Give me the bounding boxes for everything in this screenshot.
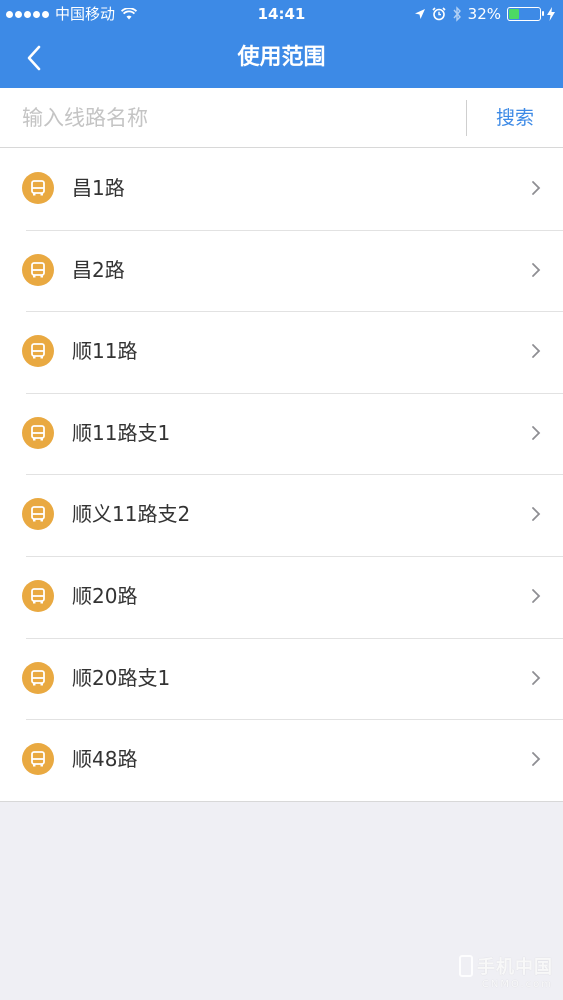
- battery-fill: [509, 9, 519, 19]
- route-name: 顺义11路支2: [72, 502, 191, 527]
- chevron-right-icon: [532, 752, 541, 767]
- back-button[interactable]: [16, 40, 52, 76]
- route-name: 顺48路: [72, 747, 138, 772]
- route-search-input[interactable]: [22, 96, 452, 140]
- route-list-item[interactable]: 顺11路支1: [0, 392, 563, 475]
- chevron-right-icon: [532, 670, 541, 685]
- watermark-sub: CNMO.com: [481, 979, 553, 990]
- charging-bolt-icon: [547, 7, 555, 21]
- route-list-item[interactable]: 昌2路: [0, 229, 563, 312]
- chevron-right-icon: [532, 262, 541, 277]
- status-right: 32%: [414, 0, 555, 28]
- bus-icon: [22, 172, 54, 204]
- bluetooth-icon: [453, 6, 461, 22]
- chevron-right-icon: [532, 181, 541, 195]
- bus-icon: [22, 416, 54, 449]
- header: 中国移动 14:41 32% 使用范围: [0, 0, 563, 88]
- bus-icon: [22, 661, 54, 694]
- chevron-left-icon: [27, 45, 41, 71]
- route-name: 顺11路支1: [72, 420, 171, 445]
- chevron-right-icon: [532, 344, 541, 359]
- bus-icon: [22, 579, 54, 612]
- search-bar: 搜索: [0, 88, 563, 148]
- battery-icon: [507, 7, 544, 21]
- nav-bar: 使用范围: [0, 28, 563, 88]
- bus-icon: [22, 335, 54, 368]
- route-name: 顺20路: [72, 583, 138, 608]
- route-list-item[interactable]: 顺20路支1: [0, 637, 563, 720]
- chevron-right-icon: [532, 425, 541, 440]
- route-list-item[interactable]: 顺20路: [0, 555, 563, 638]
- search-button[interactable]: 搜索: [467, 88, 563, 148]
- alarm-icon: [432, 7, 446, 21]
- route-list: 昌1路 昌2路 顺11路 顺11路支1 顺义11路支2 顺20路 顺20路支1 …: [0, 148, 563, 802]
- route-name: 顺20路支1: [72, 665, 171, 690]
- battery-percent: 32%: [467, 5, 501, 23]
- bus-icon: [22, 253, 54, 286]
- route-name: 昌2路: [72, 257, 125, 282]
- bus-icon: [22, 743, 54, 776]
- route-name: 顺11路: [72, 339, 138, 364]
- watermark: 手机中国 CNMO.com: [459, 953, 553, 990]
- route-list-item[interactable]: 顺11路: [0, 311, 563, 393]
- status-bar: 中国移动 14:41 32%: [0, 0, 563, 28]
- chevron-right-icon: [532, 507, 541, 522]
- screen: 中国移动 14:41 32% 使用范围 输入线路名称 搜索 昌1路 昌2路 顺1…: [0, 0, 563, 1000]
- route-name: 昌1路: [72, 176, 125, 200]
- chevron-right-icon: [532, 589, 541, 603]
- bus-icon: [22, 498, 54, 531]
- route-list-item[interactable]: 顺48路: [0, 719, 563, 801]
- page-title: 使用范围: [237, 45, 326, 70]
- route-list-item[interactable]: 昌1路: [0, 148, 563, 230]
- watermark-text: 手机中国: [477, 957, 553, 978]
- phone-logo-icon: [459, 955, 473, 977]
- route-list-item[interactable]: 顺义11路支2: [0, 474, 563, 556]
- location-arrow-icon: [414, 9, 425, 19]
- watermark-main: 手机中国: [459, 953, 553, 979]
